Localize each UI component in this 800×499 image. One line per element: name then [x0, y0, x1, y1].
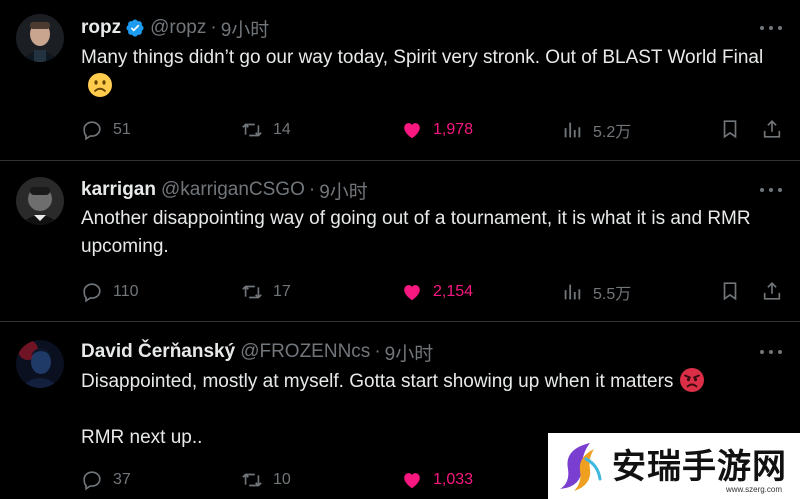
share-icon[interactable]: [761, 280, 783, 302]
display-name[interactable]: karrigan: [81, 179, 156, 201]
heart-icon: [404, 285, 420, 301]
tweet-text-body: Another disappointing way of going out o…: [81, 208, 751, 257]
timestamp[interactable]: 9小时: [221, 15, 270, 42]
views-icon: [564, 122, 581, 138]
tweet-text: Many things didn’t go our way today, Spi…: [81, 44, 786, 101]
avatar-ropz[interactable]: [16, 14, 64, 62]
like-button[interactable]: 2,154: [401, 280, 473, 304]
views-count: 5.2万: [593, 124, 632, 141]
tweet-text-line1: Disappointed, mostly at myself. Gotta st…: [81, 367, 786, 396]
display-name[interactable]: David Čerňanský: [81, 341, 235, 363]
tweet-header: karrigan @karriganCSGO · 9小时: [81, 177, 368, 204]
like-count: 2,154: [433, 283, 474, 300]
bookmark-icon[interactable]: [719, 280, 741, 302]
retweet-button[interactable]: 10: [241, 468, 291, 492]
share-icon[interactable]: [761, 118, 783, 140]
tweet-karrigan[interactable]: karrigan @karriganCSGO · 9小时 Another dis…: [0, 161, 800, 321]
more-icon[interactable]: [760, 25, 782, 31]
like-count: 1,978: [433, 121, 474, 138]
views-button[interactable]: 5.5万: [561, 280, 631, 304]
views-count: 5.5万: [593, 286, 632, 303]
tweet-actions: 110 17 2,154 5.5万: [81, 280, 786, 304]
reply-count: 110: [113, 283, 139, 300]
tweet-actions: 51 14 1,978 5.2万: [81, 118, 786, 142]
tweet-text-body: Disappointed, mostly at myself. Gotta st…: [81, 371, 674, 392]
retweet-count: 17: [273, 283, 291, 300]
retweet-icon: [242, 285, 262, 299]
separator-dot: ·: [374, 341, 381, 362]
reply-icon: [83, 283, 101, 303]
heart-icon: [404, 123, 420, 139]
display-name[interactable]: ropz: [81, 17, 121, 39]
reply-icon: [83, 121, 101, 141]
timestamp[interactable]: 9小时: [385, 339, 434, 366]
more-icon[interactable]: [760, 349, 782, 355]
views-button[interactable]: 5.2万: [561, 118, 631, 142]
handle[interactable]: @ropz: [150, 17, 206, 39]
reply-button[interactable]: 37: [81, 468, 131, 492]
angry-face-icon: [680, 368, 705, 392]
tweet-header: ropz @ropz · 9小时: [81, 15, 270, 42]
like-button[interactable]: 1,033: [401, 468, 473, 492]
reply-button[interactable]: 110: [81, 280, 139, 304]
views-icon: [564, 284, 581, 300]
handle[interactable]: @FROZENNcs: [240, 341, 370, 363]
tweet-text-body: Many things didn’t go our way today, Spi…: [81, 47, 764, 68]
slightly-frowning-face-icon: [88, 73, 112, 97]
retweet-icon: [242, 123, 262, 137]
like-count: 1,033: [433, 471, 474, 488]
watermark-title: 安瑞手游网: [612, 447, 787, 487]
separator-dot: ·: [308, 179, 316, 200]
retweet-count: 14: [273, 121, 291, 138]
avatar-karrigan[interactable]: [16, 177, 64, 225]
separator-dot: ·: [210, 17, 217, 38]
more-icon[interactable]: [760, 187, 782, 193]
avatar-frozen[interactable]: [16, 340, 64, 388]
site-watermark: 安瑞手游网 www.szerg.com: [548, 433, 800, 499]
reply-count: 37: [113, 471, 131, 488]
reply-icon: [83, 471, 101, 491]
timestamp[interactable]: 9小时: [319, 177, 368, 204]
handle[interactable]: @karriganCSGO: [161, 179, 305, 201]
retweet-button[interactable]: 17: [241, 280, 291, 304]
reply-count: 51: [113, 121, 131, 138]
bookmark-icon[interactable]: [719, 118, 741, 140]
tweet-ropz[interactable]: ropz @ropz · 9小时 Many things didn’t go o…: [0, 0, 800, 160]
verified-badge-icon: [126, 19, 144, 37]
retweet-button[interactable]: 14: [241, 118, 291, 142]
tweet-text: Another disappointing way of going out o…: [81, 205, 786, 261]
like-button[interactable]: 1,978: [401, 118, 473, 142]
retweet-count: 10: [273, 471, 291, 488]
retweet-icon: [242, 473, 262, 487]
watermark-url: www.szerg.com: [726, 485, 783, 494]
reply-button[interactable]: 51: [81, 118, 131, 142]
heart-icon: [404, 473, 420, 489]
watermark-logo-icon: [560, 443, 602, 491]
tweet-header: David Čerňanský @FROZENNcs · 9小时: [81, 339, 434, 366]
